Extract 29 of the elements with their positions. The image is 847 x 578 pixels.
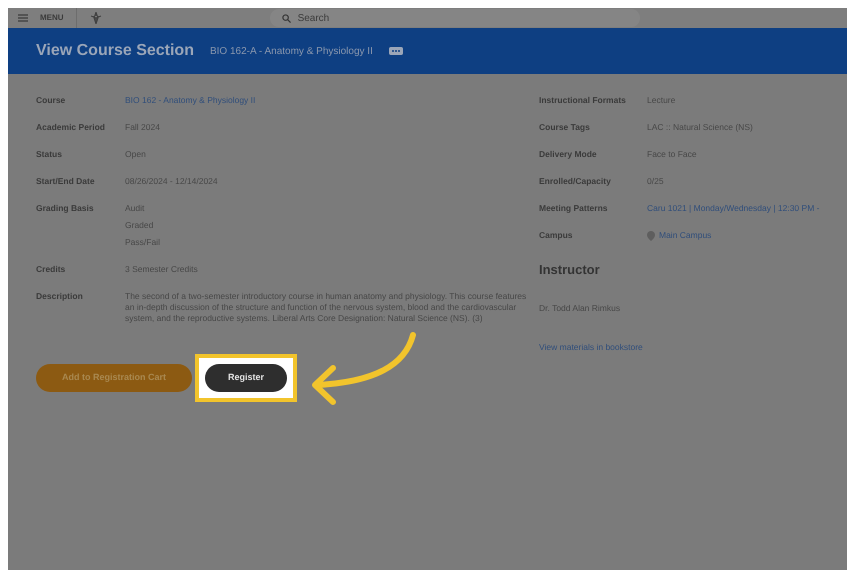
register-button[interactable]: Register [205,364,287,392]
menu-label[interactable]: MENU [40,12,64,24]
field-label: Grading Basis [36,203,95,215]
location-pin-icon [647,230,655,240]
field-label: Instructional Formats [539,95,627,106]
bookstore-link[interactable]: View materials in bookstore [539,341,820,354]
page-subtitle: BIO 162-A - Anatomy & Physiology II [210,44,373,58]
search-icon [282,14,291,22]
add-to-cart-button[interactable]: Add to Registration Cart [36,364,192,392]
field-label: Enrolled/Capacity [539,176,612,187]
field-label: Delivery Mode [539,149,598,160]
field-label: Start/End Date [36,176,96,187]
field-label: Status [36,149,63,160]
page-title: View Course Section [36,41,194,61]
section-heading: Instructor [539,261,601,279]
field-link[interactable]: BIO 162 - Anatomy & Physiology II [125,95,256,106]
field-label: Academic Period [36,122,106,133]
field-label: Course Tags [539,122,591,133]
field-label: Course [36,95,66,106]
field-link[interactable]: Caru 1021 | Monday/Wednesday | 12:30 PM - [647,203,820,214]
menu-icon[interactable] [18,14,28,22]
field-label: Campus [539,230,574,241]
field-label: Credits [36,264,66,275]
field-link[interactable]: Main Campus [659,230,712,241]
logo-icon [88,12,103,24]
field-label: Description [36,291,84,303]
more-icon[interactable] [388,47,403,55]
search-field[interactable]: Search [270,9,640,27]
field-label: Meeting Patterns [539,203,608,214]
